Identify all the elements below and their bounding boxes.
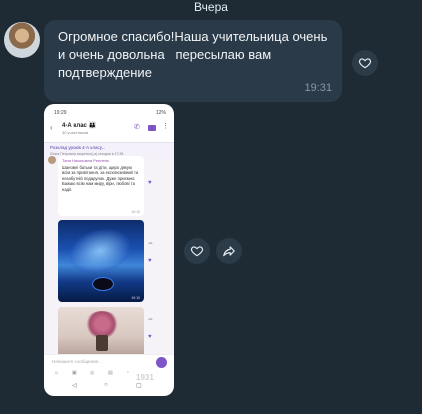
- phone-icon: ✆: [134, 124, 140, 131]
- phone-sender-avatar: [48, 156, 56, 164]
- heart-icon: ♥: [148, 334, 152, 340]
- phone-photo-flowers: [58, 307, 144, 355]
- phone-photo-lamp: 19:10: [58, 220, 144, 302]
- like-button-image-message[interactable]: [184, 238, 210, 264]
- back-arrow-icon: ‹: [50, 123, 53, 132]
- share-icon: [223, 246, 235, 257]
- phone-text-message: Таня Никоновна Реплень Шановні батьки та…: [58, 156, 144, 216]
- more-icon: ⋮: [162, 123, 169, 130]
- heart-icon: ♥: [148, 180, 152, 186]
- date-separator: Вчера: [194, 0, 228, 14]
- heart-icon: [358, 58, 372, 69]
- phone-chat-header: ‹ 4-А клас 👪 30 участников ✆ ⋮: [50, 123, 169, 135]
- phone-status-bar: 19:29 12%: [54, 110, 166, 116]
- share-button-image-message[interactable]: [216, 238, 242, 264]
- phone-nav-bar: ◁ ○ ▢: [72, 382, 142, 389]
- image-timestamp-overlay: 1931: [136, 373, 154, 382]
- heart-icon: ♥: [148, 258, 152, 264]
- phone-message-input: Напишите сообщение...: [44, 354, 174, 371]
- message-time: 19:31: [304, 82, 332, 94]
- message-bubble: Огромное спасибо!Наша учительница очень …: [44, 20, 342, 102]
- phone-send-icon: [156, 357, 167, 368]
- share-icon: ➦: [148, 317, 154, 323]
- video-icon: [148, 125, 156, 131]
- like-button-text-message[interactable]: [352, 50, 378, 76]
- phone-toolbar: ☺ ▣ ◎ ▤ ◔: [54, 370, 130, 376]
- message-text: Огромное спасибо!Наша учительница очень …: [58, 29, 328, 80]
- share-icon: ➦: [148, 241, 154, 247]
- image-message[interactable]: 19:29 12% ‹ 4-А клас 👪 30 участников ✆ ⋮…: [44, 104, 174, 396]
- heart-icon: [190, 246, 204, 257]
- avatar[interactable]: [4, 22, 40, 58]
